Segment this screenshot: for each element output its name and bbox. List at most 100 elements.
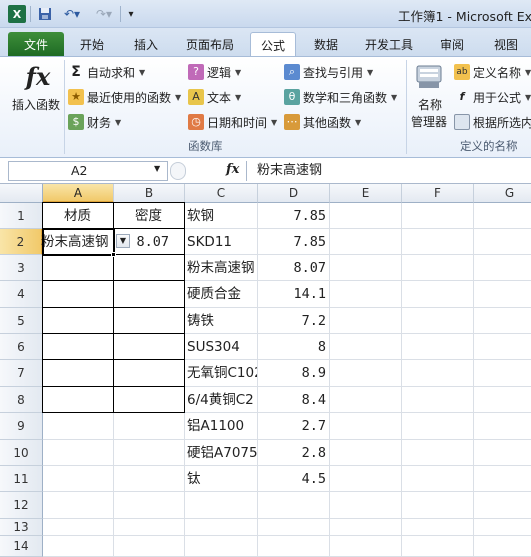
- column-header-b[interactable]: B: [114, 184, 185, 203]
- tab-home[interactable]: 开始: [70, 32, 114, 56]
- material-density[interactable]: 7.85: [260, 232, 326, 252]
- tab-insert[interactable]: 插入: [124, 32, 168, 56]
- excel-window: X ↶▾ ↷▾ ▾ 工作簿1 - Microsoft Ex 文件 开始 插入 页…: [0, 0, 531, 557]
- gridline-vertical: [473, 203, 474, 557]
- row-header-2[interactable]: 2: [0, 229, 43, 255]
- material-density[interactable]: 8: [260, 337, 326, 357]
- row-header-11[interactable]: 11: [0, 466, 43, 492]
- material-name[interactable]: 硬质合金: [187, 284, 257, 304]
- row-header-14[interactable]: 14: [0, 536, 43, 557]
- column-header-g[interactable]: G: [474, 184, 531, 203]
- row-header-3[interactable]: 3: [0, 255, 43, 281]
- name-manager-button[interactable]: 名称: [418, 96, 442, 113]
- material-density[interactable]: 14.1: [260, 284, 326, 304]
- tab-page-layout[interactable]: 页面布局: [178, 32, 242, 56]
- formula-bar-resize-handle[interactable]: [170, 162, 186, 180]
- material-density[interactable]: 2.8: [260, 443, 326, 463]
- insert-function-icon[interactable]: fx: [22, 62, 54, 92]
- name-box[interactable]: A2: [8, 161, 168, 181]
- chevron-down-icon[interactable]: ▼: [154, 164, 160, 173]
- validation-dropdown-icon[interactable]: ▼: [116, 234, 130, 248]
- row-header-8[interactable]: 8: [0, 387, 43, 413]
- gridline-horizontal: [43, 535, 531, 536]
- formula-input[interactable]: 粉末高速钢: [246, 161, 531, 181]
- gridline-horizontal: [43, 465, 531, 466]
- material-name[interactable]: 钛: [187, 469, 257, 489]
- material-name[interactable]: 粉末高速钢: [187, 258, 257, 278]
- row-header-13[interactable]: 13: [0, 519, 43, 536]
- row-header-4[interactable]: 4: [0, 281, 43, 308]
- ribbon-tabs: 文件 开始 插入 页面布局 公式 数据 开发工具 审阅 视图: [0, 28, 531, 57]
- tab-file[interactable]: 文件: [8, 32, 64, 56]
- column-header-c[interactable]: C: [185, 184, 258, 203]
- clock-book-icon: ◷: [188, 114, 204, 130]
- row-header-9[interactable]: 9: [0, 413, 43, 440]
- material-name[interactable]: 6/4黄铜C2: [187, 390, 257, 410]
- insert-function-button[interactable]: 插入函数: [12, 96, 60, 113]
- customize-icon[interactable]: ▾: [124, 5, 138, 23]
- window-title: 工作簿1 - Microsoft Ex: [398, 9, 531, 24]
- autosum-button[interactable]: Σ 自动求和 ▼: [68, 62, 145, 82]
- column-header-a[interactable]: A: [43, 184, 114, 203]
- math-button[interactable]: θ 数学和三角函数 ▼: [284, 87, 397, 107]
- tab-view[interactable]: 视图: [484, 32, 528, 56]
- financial-button[interactable]: $ 财务 ▼: [68, 112, 121, 132]
- row-header-6[interactable]: 6: [0, 334, 43, 360]
- row-header-7[interactable]: 7: [0, 360, 43, 387]
- tab-review[interactable]: 审阅: [430, 32, 474, 56]
- column-header-d[interactable]: D: [258, 184, 330, 203]
- active-cell-outline: [42, 228, 115, 256]
- material-name[interactable]: 硬铝A7075: [187, 443, 257, 463]
- material-density[interactable]: 7.85: [260, 206, 326, 226]
- group-label-function-library: 函数库: [188, 139, 223, 153]
- row-header-5[interactable]: 5: [0, 308, 43, 334]
- gridline-horizontal: [43, 491, 531, 492]
- material-density[interactable]: 4.5: [260, 469, 326, 489]
- use-in-formula-button[interactable]: f 用于公式 ▼: [454, 87, 531, 107]
- material-density[interactable]: 8.07: [260, 258, 326, 278]
- material-name[interactable]: SKD11: [187, 232, 257, 252]
- material-name[interactable]: SUS304: [187, 337, 257, 357]
- logical-label: 逻辑: [207, 65, 232, 80]
- create-from-selection-button[interactable]: 根据所选内: [454, 112, 531, 132]
- tab-data[interactable]: 数据: [304, 32, 348, 56]
- column-header-e[interactable]: E: [330, 184, 402, 203]
- datetime-button[interactable]: ◷ 日期和时间 ▼: [188, 112, 277, 132]
- material-density[interactable]: 8.4: [260, 390, 326, 410]
- chevron-down-icon: ▼: [391, 92, 398, 102]
- fill-handle[interactable]: [111, 252, 116, 257]
- text-button[interactable]: A 文本 ▼: [188, 87, 241, 107]
- logical-button[interactable]: ? 逻辑 ▼: [188, 62, 241, 82]
- tab-developer[interactable]: 开发工具: [356, 32, 422, 56]
- material-name[interactable]: 无氧铜C1020: [187, 363, 257, 383]
- row-header-10[interactable]: 10: [0, 440, 43, 466]
- material-name[interactable]: 软钢: [187, 206, 257, 226]
- redo-icon[interactable]: ↷▾: [90, 5, 118, 23]
- more-functions-button[interactable]: ⋯ 其他函数 ▼: [284, 112, 361, 132]
- material-name[interactable]: 铝A1100: [187, 416, 257, 436]
- header-material[interactable]: 材质: [45, 206, 110, 226]
- define-name-button[interactable]: ab 定义名称 ▼: [454, 62, 531, 82]
- material-name[interactable]: 铸铁: [187, 311, 257, 331]
- row-header-1[interactable]: 1: [0, 203, 43, 229]
- recent-functions-button[interactable]: ★ 最近使用的函数 ▼: [68, 87, 181, 107]
- chevron-down-icon: ▼: [175, 92, 182, 102]
- fx-icon[interactable]: fx: [226, 162, 239, 177]
- material-density[interactable]: 8.9: [260, 363, 326, 383]
- select-all-corner[interactable]: [0, 184, 43, 203]
- excel-logo-icon[interactable]: X: [8, 5, 26, 23]
- material-density[interactable]: 7.2: [260, 311, 326, 331]
- row-header-12[interactable]: 12: [0, 492, 43, 519]
- gridline-vertical: [401, 203, 402, 557]
- column-header-f[interactable]: F: [402, 184, 474, 203]
- save-icon[interactable]: [36, 5, 54, 23]
- material-density[interactable]: 2.7: [260, 416, 326, 436]
- name-manager-label[interactable]: 管理器: [411, 113, 447, 130]
- gridline-horizontal: [43, 518, 531, 519]
- tab-formulas[interactable]: 公式: [250, 32, 296, 57]
- header-density[interactable]: 密度: [116, 206, 181, 226]
- undo-icon[interactable]: ↶▾: [58, 5, 86, 23]
- text-label: 文本: [207, 90, 232, 105]
- lookup-button[interactable]: ⌕ 查找与引用 ▼: [284, 62, 373, 82]
- name-manager-icon: [414, 62, 444, 92]
